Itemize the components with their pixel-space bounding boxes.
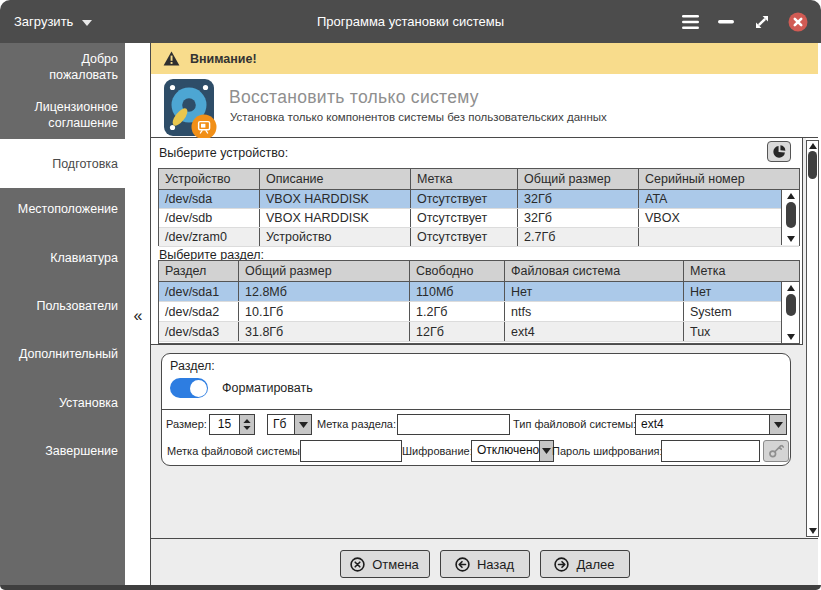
- partition-label-label: Метка раздела:: [317, 418, 396, 430]
- next-button[interactable]: Далее: [540, 550, 630, 578]
- format-toggle-label: Форматировать: [222, 381, 313, 395]
- device-table-header: Устройство Описание Метка Общий размер С…: [159, 169, 799, 190]
- titlebar: Загрузить Программа установки системы: [0, 0, 821, 43]
- size-label: Размер:: [166, 418, 207, 430]
- encryption-select[interactable]: Отключено: [471, 440, 554, 462]
- sidebar-item-welcome[interactable]: Добро пожаловать: [38, 51, 118, 83]
- fs-type-label: Тип файловой системы:: [513, 418, 636, 430]
- password-input[interactable]: [661, 440, 760, 462]
- password-key-button[interactable]: [763, 440, 789, 462]
- chevron-down-icon: [82, 20, 92, 26]
- cancel-button[interactable]: Отмена: [340, 550, 430, 578]
- col-total-size[interactable]: Общий размер: [239, 261, 410, 281]
- content-pane: Внимание! Восстановить только систему Ус…: [150, 43, 818, 585]
- sidebar-item-license[interactable]: Лицензионное соглашение: [0, 99, 118, 131]
- device-select-label: Выберите устройство:: [159, 146, 288, 160]
- col-device[interactable]: Устройство: [159, 169, 260, 189]
- fs-label-label: Метка файловой системы:: [167, 445, 303, 457]
- col-serial[interactable]: Серийный номер: [639, 169, 799, 189]
- pie-chart-button[interactable]: [767, 141, 791, 162]
- sidebar-collapse-button[interactable]: «: [128, 305, 148, 327]
- main-scrollbar[interactable]: [806, 140, 819, 537]
- sidebar-item-users[interactable]: Пользователи: [0, 298, 118, 314]
- window-controls: [675, 0, 813, 43]
- col-filesystem[interactable]: Файловая система: [505, 261, 684, 281]
- scroll-area: Выберите устройство: Устройство Описание…: [151, 138, 806, 538]
- page-title: Восстановить только систему: [229, 87, 479, 108]
- sidebar: Добро пожаловать Лицензионное соглашение…: [0, 43, 125, 585]
- col-size[interactable]: Общий размер: [518, 169, 639, 189]
- chevron-down-icon[interactable]: [769, 415, 786, 434]
- sidebar-item-install[interactable]: Установка: [0, 395, 118, 411]
- warning-banner: Внимание!: [151, 43, 818, 74]
- format-toggle[interactable]: [170, 378, 208, 398]
- window-bottom-border: [0, 585, 821, 590]
- pie-chart-icon: [772, 144, 787, 159]
- load-menu-label: Загрузить: [14, 14, 73, 29]
- col-label[interactable]: Метка: [411, 169, 518, 189]
- scroll-up-icon[interactable]: [809, 143, 817, 149]
- partition-table-scrollbar[interactable]: [781, 282, 799, 343]
- device-table-scrollbar[interactable]: [781, 190, 799, 245]
- groupbox-title: Раздел:: [170, 359, 215, 373]
- back-button[interactable]: Назад: [440, 550, 530, 578]
- device-row-zram0[interactable]: /dev/zram0 Устройство Отсутствует 2.7Гб: [159, 228, 799, 247]
- scroll-up-icon[interactable]: [787, 285, 795, 291]
- sidebar-item-location[interactable]: Местоположение: [0, 201, 118, 217]
- sidebar-item-keyboard[interactable]: Клавиатура: [0, 250, 118, 266]
- key-icon: [768, 444, 785, 459]
- warning-text: Внимание!: [190, 52, 257, 66]
- col-partition[interactable]: Раздел: [159, 261, 239, 281]
- scroll-thumb[interactable]: [808, 151, 817, 179]
- partition-groupbox: Раздел: Форматировать Размер: 15 Гб Метк…: [161, 353, 791, 466]
- scroll-thumb[interactable]: [786, 294, 796, 316]
- device-row-sdb[interactable]: /dev/sdb VBOX HARDDISK Отсутствует 32Гб …: [159, 209, 799, 228]
- partition-label-input[interactable]: [397, 414, 510, 435]
- page-subtitle: Установка только компонентов системы без…: [230, 111, 607, 123]
- partition-table: Раздел Общий размер Свободно Файловая си…: [158, 260, 800, 344]
- page-header: Восстановить только систему Установка то…: [151, 74, 818, 138]
- back-icon: [455, 557, 470, 572]
- minimize-icon[interactable]: [711, 0, 741, 43]
- device-table: Устройство Описание Метка Общий размер С…: [158, 168, 800, 246]
- fs-label-input[interactable]: [300, 440, 402, 462]
- scroll-down-icon[interactable]: [809, 528, 817, 534]
- scroll-thumb[interactable]: [786, 202, 796, 228]
- encryption-label: Шифрование:: [402, 445, 473, 457]
- sidebar-item-preparation[interactable]: Подготовка: [0, 139, 150, 188]
- disk-icon: [164, 79, 222, 143]
- device-panel: Выберите устройство: Устройство Описание…: [151, 138, 803, 345]
- groupbox-separator: [162, 409, 790, 410]
- unit-select[interactable]: Гб: [267, 414, 312, 435]
- partition-table-header: Раздел Общий размер Свободно Файловая си…: [159, 261, 799, 282]
- password-label: Пароль шифрования:: [552, 445, 663, 457]
- partition-row-sda3[interactable]: /dev/sda3 31.8Гб 12Гб ext4 Tux: [159, 322, 799, 342]
- device-row-sda[interactable]: /dev/sda VBOX HARDDISK Отсутствует 32Гб …: [159, 190, 799, 209]
- chevron-down-icon[interactable]: [294, 415, 311, 434]
- col-label[interactable]: Метка: [684, 261, 799, 281]
- close-icon[interactable]: [783, 0, 813, 43]
- partition-row-sda1[interactable]: /dev/sda1 12.8Мб 110Мб Нет Нет: [159, 282, 799, 302]
- sidebar-item-finish[interactable]: Завершение: [0, 443, 118, 459]
- load-menu-button[interactable]: Загрузить: [14, 0, 92, 43]
- fs-type-select[interactable]: ext4: [635, 414, 787, 435]
- size-spinbox[interactable]: 15: [209, 414, 255, 435]
- chevron-down-icon[interactable]: [539, 441, 553, 461]
- scroll-down-icon[interactable]: [787, 334, 795, 340]
- footer-bar: Отмена Назад Далее: [151, 538, 818, 585]
- col-free[interactable]: Свободно: [410, 261, 505, 281]
- cancel-icon: [350, 557, 365, 572]
- col-description[interactable]: Описание: [260, 169, 411, 189]
- warning-icon: [163, 51, 180, 66]
- scroll-up-icon[interactable]: [787, 193, 795, 199]
- scroll-down-icon[interactable]: [787, 236, 795, 242]
- sidebar-item-additional[interactable]: Дополнительный: [0, 346, 118, 362]
- partition-row-sda2[interactable]: /dev/sda2 10.1Гб 1.2Гб ntfs System: [159, 302, 799, 322]
- menu-icon[interactable]: [675, 0, 705, 43]
- spinner-arrows-icon[interactable]: [239, 415, 254, 434]
- maximize-icon[interactable]: [747, 0, 777, 43]
- next-icon: [554, 557, 569, 572]
